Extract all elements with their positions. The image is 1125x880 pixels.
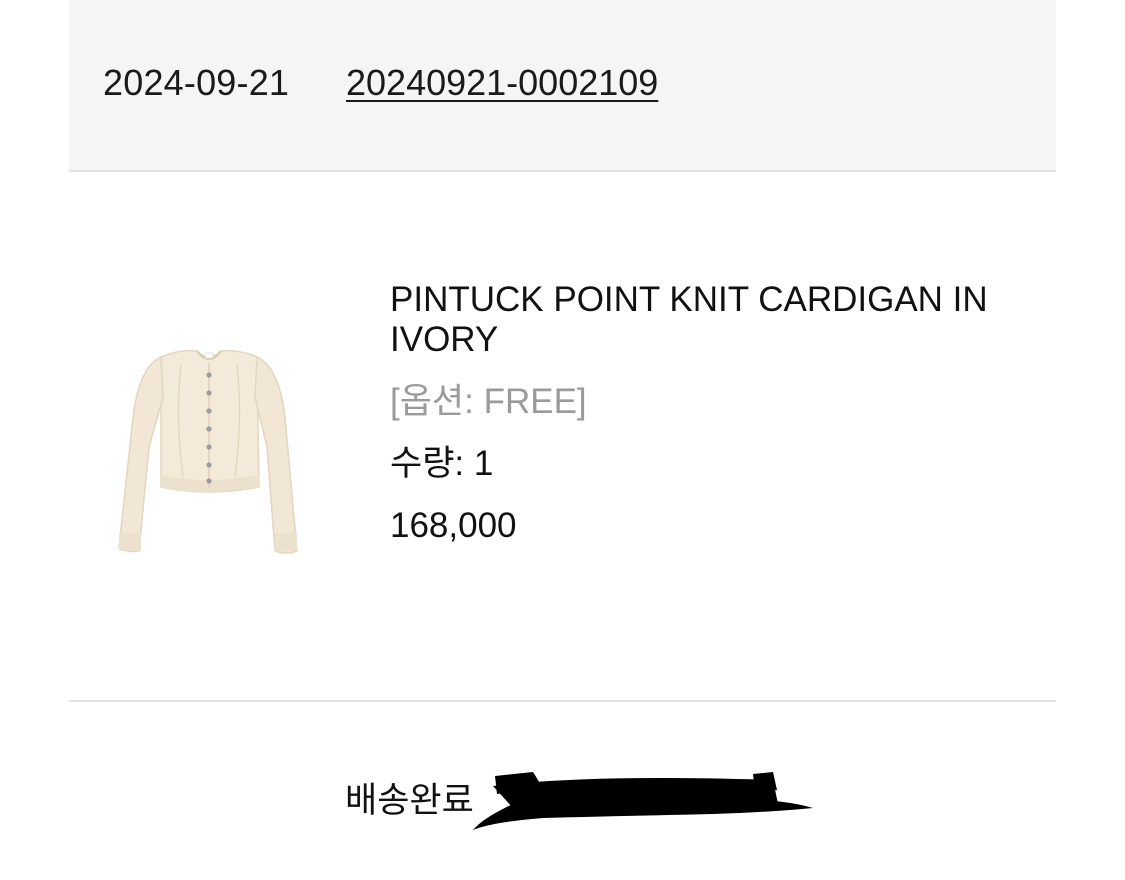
order-number-link[interactable]: 20240921-0002109 (346, 62, 658, 104)
product-thumbnail[interactable] (109, 337, 309, 567)
product-quantity: 수량: 1 (390, 444, 494, 483)
cardigan-photo-icon (118, 349, 298, 554)
redaction-scribble-icon (473, 772, 813, 830)
order-detail-page: 2024-09-21 20240921-0002109 PINTUCK POIN… (0, 0, 1125, 880)
order-item: PINTUCK POINT KNIT CARDIGAN IN IVORY [옵션… (69, 172, 1056, 702)
delivery-status: 배송완료 (345, 781, 474, 820)
product-info: PINTUCK POINT KNIT CARDIGAN IN IVORY [옵션… (390, 280, 1040, 546)
product-option: [옵션: FREE] (390, 382, 587, 421)
order-date: 2024-09-21 (103, 62, 290, 103)
product-name[interactable]: PINTUCK POINT KNIT CARDIGAN IN IVORY (390, 280, 1040, 360)
order-header: 2024-09-21 20240921-0002109 (69, 0, 1056, 172)
product-price: 168,000 (390, 506, 517, 545)
